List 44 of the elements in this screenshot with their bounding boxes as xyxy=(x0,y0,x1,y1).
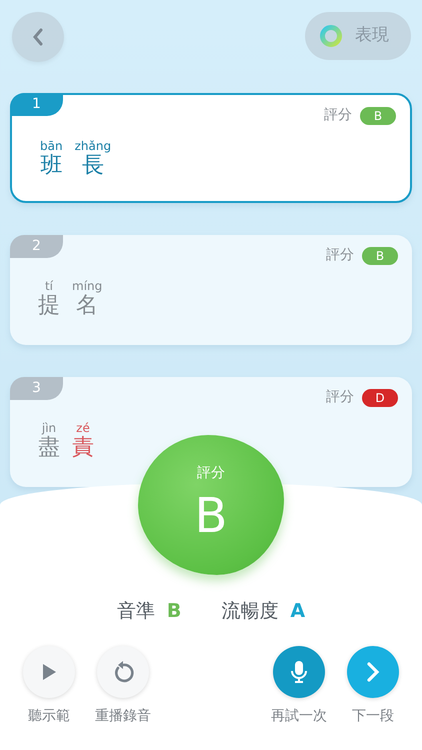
number-tab: 1 xyxy=(10,93,63,116)
pinyin-text: zé xyxy=(76,421,90,435)
hanzi-text: 提 xyxy=(38,293,60,319)
metric-label: 流暢度 xyxy=(221,600,278,622)
action-label: 下一段 xyxy=(352,706,394,726)
metric-grade: A xyxy=(290,600,306,622)
grade-value: B xyxy=(194,490,228,542)
action-label: 再試一次 xyxy=(271,706,327,726)
microphone-icon xyxy=(290,660,308,684)
pinyin-text: tí xyxy=(44,279,54,293)
grade-label: 評分 xyxy=(326,388,354,407)
hanzi-text: 班 xyxy=(40,153,62,179)
next-icon xyxy=(366,662,380,682)
grade-badge: B xyxy=(360,106,396,124)
replay-button[interactable] xyxy=(97,646,149,698)
back-icon xyxy=(32,28,44,46)
number-tab: 2 xyxy=(10,235,63,258)
play-button[interactable] xyxy=(23,646,75,698)
hanzi-text: 盡 xyxy=(38,435,60,461)
hanzi-text: 長 xyxy=(82,153,104,179)
pinyin-text: jìn xyxy=(42,421,56,435)
pinyin-text: zhǎng xyxy=(74,139,112,153)
grade-badge: D xyxy=(362,388,398,406)
word-card[interactable]: 1 評分 B bān 班 zhǎng 長 xyxy=(10,93,412,203)
pinyin-text: míng xyxy=(72,279,102,293)
grade-label: 評分 xyxy=(197,464,225,483)
metric-grade: B xyxy=(166,600,182,622)
play-icon xyxy=(41,662,57,680)
grade-badge: B xyxy=(362,246,398,264)
pinyin-text: bān xyxy=(40,139,63,153)
grade-label: 評分 xyxy=(326,246,354,265)
action-label: 聽示範 xyxy=(28,706,70,726)
word-card[interactable]: 2 評分 B tí 提 míng 名 xyxy=(10,235,412,345)
hanzi-text: 名 xyxy=(76,293,98,319)
record-button[interactable] xyxy=(273,646,325,698)
ring-icon xyxy=(319,24,343,48)
hanzi-text: 責 xyxy=(72,435,94,461)
grade-label: 評分 xyxy=(324,106,352,125)
back-button[interactable] xyxy=(12,12,64,62)
action-label: 重播錄音 xyxy=(95,706,151,726)
number-tab: 3 xyxy=(10,377,63,400)
metric-label: 音準 xyxy=(116,600,155,622)
replay-icon xyxy=(112,660,134,684)
next-button[interactable] xyxy=(347,646,399,698)
